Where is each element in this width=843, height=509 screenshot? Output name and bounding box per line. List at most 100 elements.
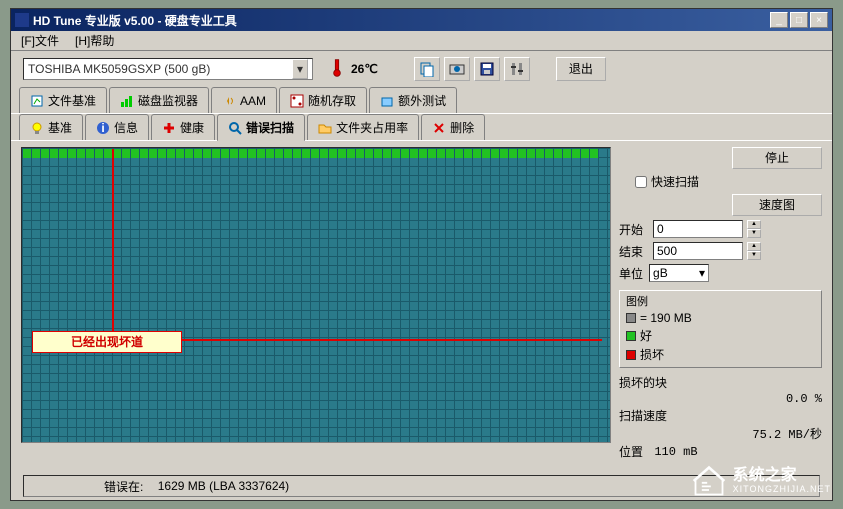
tab-bench[interactable]: 文件基准 — [19, 87, 107, 113]
scanned-block — [203, 149, 212, 158]
app-icon — [15, 13, 29, 27]
scanned-block — [500, 149, 509, 158]
scanned-block — [113, 149, 122, 158]
tab-row-2: 基准i信息 健康 错误扫描文件夹占用率删除 — [11, 114, 832, 141]
tab-label: 健康 — [180, 119, 204, 136]
start-spinner[interactable]: ▲▼ — [747, 220, 761, 238]
close-button[interactable]: × — [810, 12, 828, 28]
save-button[interactable] — [474, 57, 500, 81]
scanned-block — [365, 149, 374, 158]
scanned-block — [77, 149, 86, 158]
tab-extra[interactable]: 额外测试 — [369, 87, 457, 113]
scanned-block — [122, 149, 131, 158]
scanned-block — [374, 149, 383, 158]
callout-annotation: 已经出现坏道 — [32, 331, 182, 353]
legend-title: 图例 — [626, 293, 815, 309]
ok-icon — [626, 331, 636, 341]
drive-select[interactable]: TOSHIBA MK5059GSXP (500 gB) ▾ — [23, 58, 313, 80]
tab-health[interactable]: 健康 — [151, 114, 215, 140]
scanned-block — [338, 149, 347, 158]
scanned-block — [347, 149, 356, 158]
scanned-block — [176, 149, 185, 158]
maximize-button[interactable]: □ — [790, 12, 808, 28]
scanned-block — [50, 149, 59, 158]
minimize-button[interactable]: _ — [770, 12, 788, 28]
tab-erase[interactable]: 删除 — [421, 114, 485, 140]
tab-label: 随机存取 — [308, 92, 356, 109]
scanned-block — [86, 149, 95, 158]
scanned-block — [275, 149, 284, 158]
scanned-block — [95, 149, 104, 158]
content-area: 已经出现坏道 停止 快速扫描 速度图 开始 0 ▲▼ 结束 500 ▲▼ 单位 — [11, 141, 832, 471]
tab-bulb[interactable]: 基准 — [19, 114, 83, 140]
tab-info[interactable]: i信息 — [85, 114, 149, 140]
menu-help[interactable]: [H]帮助 — [71, 30, 118, 51]
status-error-value: 1629 MB (LBA 3337624) — [158, 479, 289, 493]
quick-scan-check[interactable] — [635, 176, 647, 188]
chevron-down-icon: ▾ — [699, 266, 705, 280]
end-spinner[interactable]: ▲▼ — [747, 242, 761, 260]
scanned-block — [509, 149, 518, 158]
window-title: HD Tune 专业版 v5.00 - 硬盘专业工具 — [33, 12, 770, 29]
side-panel: 停止 快速扫描 速度图 开始 0 ▲▼ 结束 500 ▲▼ 单位 gB ▾ — [619, 147, 822, 471]
damaged-label: 损坏的块 — [619, 374, 822, 391]
tab-monitor[interactable]: 磁盘监视器 — [109, 87, 209, 113]
titlebar[interactable]: HD Tune 专业版 v5.00 - 硬盘专业工具 _ □ × — [11, 9, 832, 31]
scanned-block — [563, 149, 572, 158]
tab-row-1: 文件基准 磁盘监视器 AAM 随机存取 额外测试 — [11, 87, 832, 114]
tab-label: 磁盘监视器 — [138, 92, 198, 109]
tab-label: 额外测试 — [398, 92, 446, 109]
scanned-block — [302, 149, 311, 158]
health-icon — [162, 121, 176, 135]
toolbar: TOSHIBA MK5059GSXP (500 gB) ▾ 26℃ 退出 — [11, 51, 832, 87]
screenshot-button[interactable] — [444, 57, 470, 81]
scanned-block — [41, 149, 50, 158]
start-input[interactable]: 0 — [653, 220, 743, 238]
scanned-block — [149, 149, 158, 158]
scanned-block — [131, 149, 140, 158]
block-icon — [626, 313, 636, 323]
speed-value: 75.2 MB/秒 — [619, 425, 822, 442]
end-input[interactable]: 500 — [653, 242, 743, 260]
chevron-down-icon[interactable]: ▾ — [292, 59, 308, 79]
scanned-block — [311, 149, 320, 158]
scanned-block — [284, 149, 293, 158]
bulb-icon — [30, 121, 44, 135]
position-label: 位置 — [619, 443, 643, 460]
tab-label: 错误扫描 — [246, 119, 294, 136]
tab-aam[interactable]: AAM — [211, 87, 277, 113]
scanned-block — [536, 149, 545, 158]
stop-button[interactable]: 停止 — [732, 147, 822, 169]
scanned-block — [185, 149, 194, 158]
scanned-block — [356, 149, 365, 158]
tab-folder[interactable]: 文件夹占用率 — [307, 114, 419, 140]
scanned-block — [68, 149, 77, 158]
tab-random[interactable]: 随机存取 — [279, 87, 367, 113]
random-icon — [290, 94, 304, 108]
copy-button[interactable] — [414, 57, 440, 81]
scanned-block — [482, 149, 491, 158]
aam-icon — [222, 94, 236, 108]
scanned-block — [23, 149, 32, 158]
end-row: 结束 500 ▲▼ — [619, 242, 822, 260]
exit-button[interactable]: 退出 — [556, 57, 606, 81]
scanned-block — [257, 149, 266, 158]
scanned-block — [572, 149, 581, 158]
grid-background — [22, 148, 610, 442]
speedmap-button[interactable]: 速度图 — [732, 194, 822, 216]
tab-scan[interactable]: 错误扫描 — [217, 114, 305, 141]
scanned-block — [392, 149, 401, 158]
damaged-value: 0.0 % — [619, 392, 822, 406]
settings-button[interactable] — [504, 57, 530, 81]
unit-select[interactable]: gB ▾ — [649, 264, 709, 282]
scanned-block — [230, 149, 239, 158]
scanned-block — [518, 149, 527, 158]
stats-box: 损坏的块 0.0 % 扫描速度 75.2 MB/秒 位置 110 mB — [619, 374, 822, 460]
menu-file[interactable]: [F]文件 — [17, 30, 63, 51]
start-row: 开始 0 ▲▼ — [619, 220, 822, 238]
end-label: 结束 — [619, 243, 649, 260]
quick-scan-checkbox[interactable]: 快速扫描 — [635, 173, 822, 190]
scanned-block — [581, 149, 590, 158]
monitor-icon — [120, 94, 134, 108]
scan-grid: 已经出现坏道 — [21, 147, 611, 443]
